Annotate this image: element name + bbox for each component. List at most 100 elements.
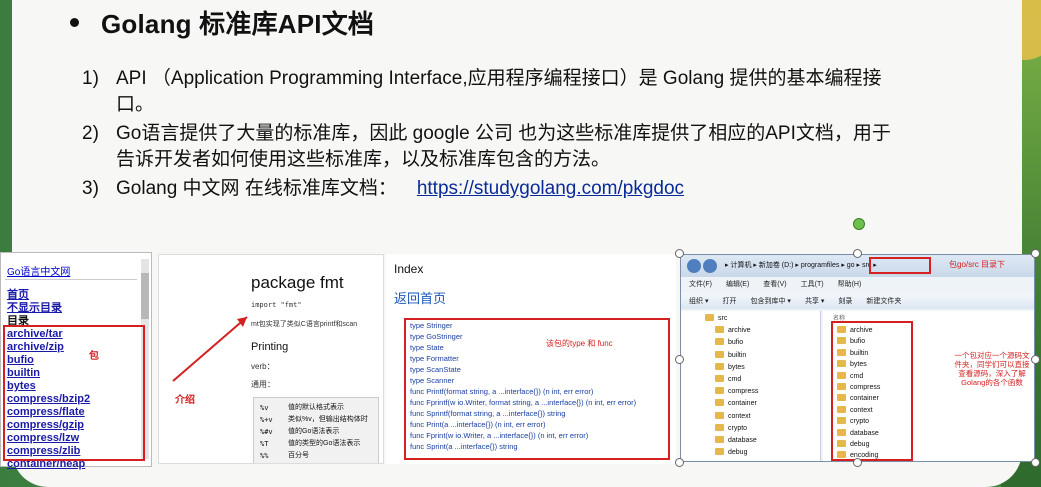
menu-help[interactable]: 帮助(H): [838, 279, 862, 293]
resize-handle[interactable]: [1031, 355, 1040, 364]
resize-handle[interactable]: [675, 249, 684, 258]
tree-item[interactable]: crypto: [705, 423, 758, 435]
annotation-label: 该包的type 和 func: [546, 339, 613, 348]
annotation-label: 包: [89, 351, 99, 362]
folder-icon: [715, 387, 724, 395]
scrollbar-thumb[interactable]: [141, 273, 149, 319]
folder-tree: src archive bufio builtin bytes cmd comp…: [681, 311, 821, 461]
include-library-button[interactable]: 包含到库中 ▾: [750, 296, 790, 306]
highlight-box: [3, 325, 145, 461]
general-label: 通用：: [251, 380, 275, 389]
burn-button[interactable]: 刻录: [838, 296, 852, 306]
tree-item[interactable]: database: [705, 435, 758, 447]
back-icon[interactable]: [687, 259, 701, 273]
tree-item[interactable]: archive: [705, 325, 758, 337]
menu-file[interactable]: 文件(F): [689, 279, 712, 293]
menu-tools[interactable]: 工具(T): [801, 279, 824, 293]
tree-item[interactable]: container: [705, 398, 758, 410]
folder-icon: [715, 423, 724, 431]
menu-view[interactable]: 查看(V): [763, 279, 786, 293]
hide-toc-link[interactable]: 不显示目录: [7, 302, 90, 315]
highlight-box: [831, 321, 913, 461]
folder-icon: [715, 338, 724, 346]
new-folder-button[interactable]: 新建文件夹: [866, 296, 901, 306]
explorer-window: ▸ 计算机 ▸ 新加卷 (D:) ▸ programfiles ▸ go ▸ s…: [680, 254, 1035, 462]
package-description: mt包实现了类似C语言printf和scan: [251, 321, 358, 328]
index-entry[interactable]: func Fprintf(w io.Writer, format string,…: [410, 397, 636, 408]
rotate-handle[interactable]: [853, 218, 865, 230]
folder-icon: [715, 350, 724, 358]
fmt-panel: package fmt import "fmt" mt包实现了类似C语言prin…: [158, 254, 384, 464]
verb-table: %v 值的默认格式表示 %+v 类似%v，但输出结构体时 %#v 值的Go语法表示 %…: [253, 397, 379, 463]
slide-items: 1) API （Application Programming Interfac…: [82, 66, 902, 205]
index-heading: Index: [394, 262, 424, 276]
tree-item[interactable]: src: [705, 313, 758, 325]
list-item: 1) API （Application Programming Interfac…: [82, 66, 902, 118]
home-link[interactable]: 首页: [7, 289, 90, 302]
pkgdoc-link[interactable]: https://studygolang.com/pkgdoc: [417, 176, 684, 202]
item-text: API （Application Programming Interface,应…: [116, 68, 882, 115]
folder-icon: [715, 326, 724, 334]
divider: [5, 279, 137, 280]
list-item: 2) Go语言提供了大量的标准库，因此 google 公司 也为这些标准库提供了…: [82, 121, 902, 173]
index-entry[interactable]: func Sprint(a ...interface{}) string: [410, 441, 636, 452]
organize-button[interactable]: 组织 ▾: [689, 296, 708, 306]
table-row: %+v 类似%v，但输出结构体时: [260, 416, 368, 424]
forward-icon[interactable]: [703, 259, 717, 273]
index-entry[interactable]: type Stringer: [410, 320, 636, 331]
tree-item[interactable]: context: [705, 411, 758, 423]
verb-label: verb：: [251, 362, 275, 371]
tree-item[interactable]: bufio: [705, 337, 758, 349]
index-entry[interactable]: func Printf(format string, a ...interfac…: [410, 386, 636, 397]
share-button[interactable]: 共享 ▾: [805, 296, 824, 306]
tree-item[interactable]: compress: [705, 386, 758, 398]
slide-title: Golang 标准库API文档: [101, 9, 375, 39]
address-bar[interactable]: ▸ 计算机 ▸ 新加卷 (D:) ▸ programfiles ▸ go ▸ s…: [681, 255, 1034, 277]
index-entry[interactable]: func Print(a ...interface{}) (n int, err…: [410, 419, 636, 430]
menu-edit[interactable]: 编辑(E): [726, 279, 749, 293]
folder-icon: [715, 375, 724, 383]
resize-handle[interactable]: [1031, 458, 1040, 467]
item-text: Go语言提供了大量的标准库，因此 google 公司 也为这些标准库提供了相应的…: [116, 123, 891, 170]
slide-title-row: Golang 标准库API文档: [70, 4, 374, 41]
resize-handle[interactable]: [675, 355, 684, 364]
item-number: 3): [82, 178, 99, 199]
table-row: %v 值的默认格式表示: [260, 404, 344, 412]
tree-item[interactable]: builtin: [705, 350, 758, 362]
resize-handle[interactable]: [1031, 249, 1040, 258]
annotation-label: 一个包对应一个源码文件夹，同学们可以直接查看源码，深入了解Golang的各个函数: [954, 351, 1030, 387]
tree-item[interactable]: bytes: [705, 362, 758, 374]
import-line: import "fmt": [251, 301, 302, 309]
folder-icon: [715, 362, 724, 370]
toolbar: 组织 ▾ 打开 包含到库中 ▾ 共享 ▾ 刻录 新建文件夹: [681, 293, 1034, 309]
annotation-label: 介绍: [175, 395, 195, 406]
tree-item[interactable]: debug: [705, 447, 758, 459]
table-row: %T 值的类型的Go语法表示: [260, 440, 361, 448]
folder-icon: [715, 411, 724, 419]
address-path[interactable]: ▸ 计算机 ▸ 新加卷 (D:) ▸ programfiles ▸ go ▸ s…: [725, 260, 877, 270]
folder-icon: [715, 448, 724, 456]
site-title-link[interactable]: Go语言中文网: [7, 263, 70, 278]
index-entry[interactable]: type Formatter: [410, 353, 636, 364]
site-panel: Go语言中文网 首页 不显示目录 目录 archive/tar archive/…: [0, 252, 152, 470]
index-panel: Index 返回首页 type Stringer type GoStringer…: [386, 254, 676, 464]
bullet-icon: [70, 18, 79, 27]
index-entry[interactable]: func Fprint(w io.Writer, a ...interface{…: [410, 430, 636, 441]
package-heading: package fmt: [251, 273, 344, 292]
index-entry[interactable]: type Scanner: [410, 375, 636, 386]
tree-item[interactable]: cmd: [705, 374, 758, 386]
resize-handle[interactable]: [853, 249, 862, 258]
annotation-label: 包go/src 目录下: [949, 260, 1006, 269]
home-link[interactable]: 返回首页: [394, 288, 446, 307]
item-text: Golang 中文网 在线标准库文档：: [116, 178, 397, 199]
table-row: %% 百分号: [260, 452, 309, 460]
index-entry[interactable]: func Sprintf(format string, a ...interfa…: [410, 408, 636, 419]
folder-icon: [715, 399, 724, 407]
folder-icon: [715, 436, 724, 444]
highlight-box: [869, 257, 931, 274]
index-entry[interactable]: type ScanState: [410, 364, 636, 375]
table-row: %#v 值的Go语法表示: [260, 428, 340, 436]
resize-handle[interactable]: [675, 458, 684, 467]
open-button[interactable]: 打开: [722, 296, 736, 306]
resize-handle[interactable]: [853, 458, 862, 467]
